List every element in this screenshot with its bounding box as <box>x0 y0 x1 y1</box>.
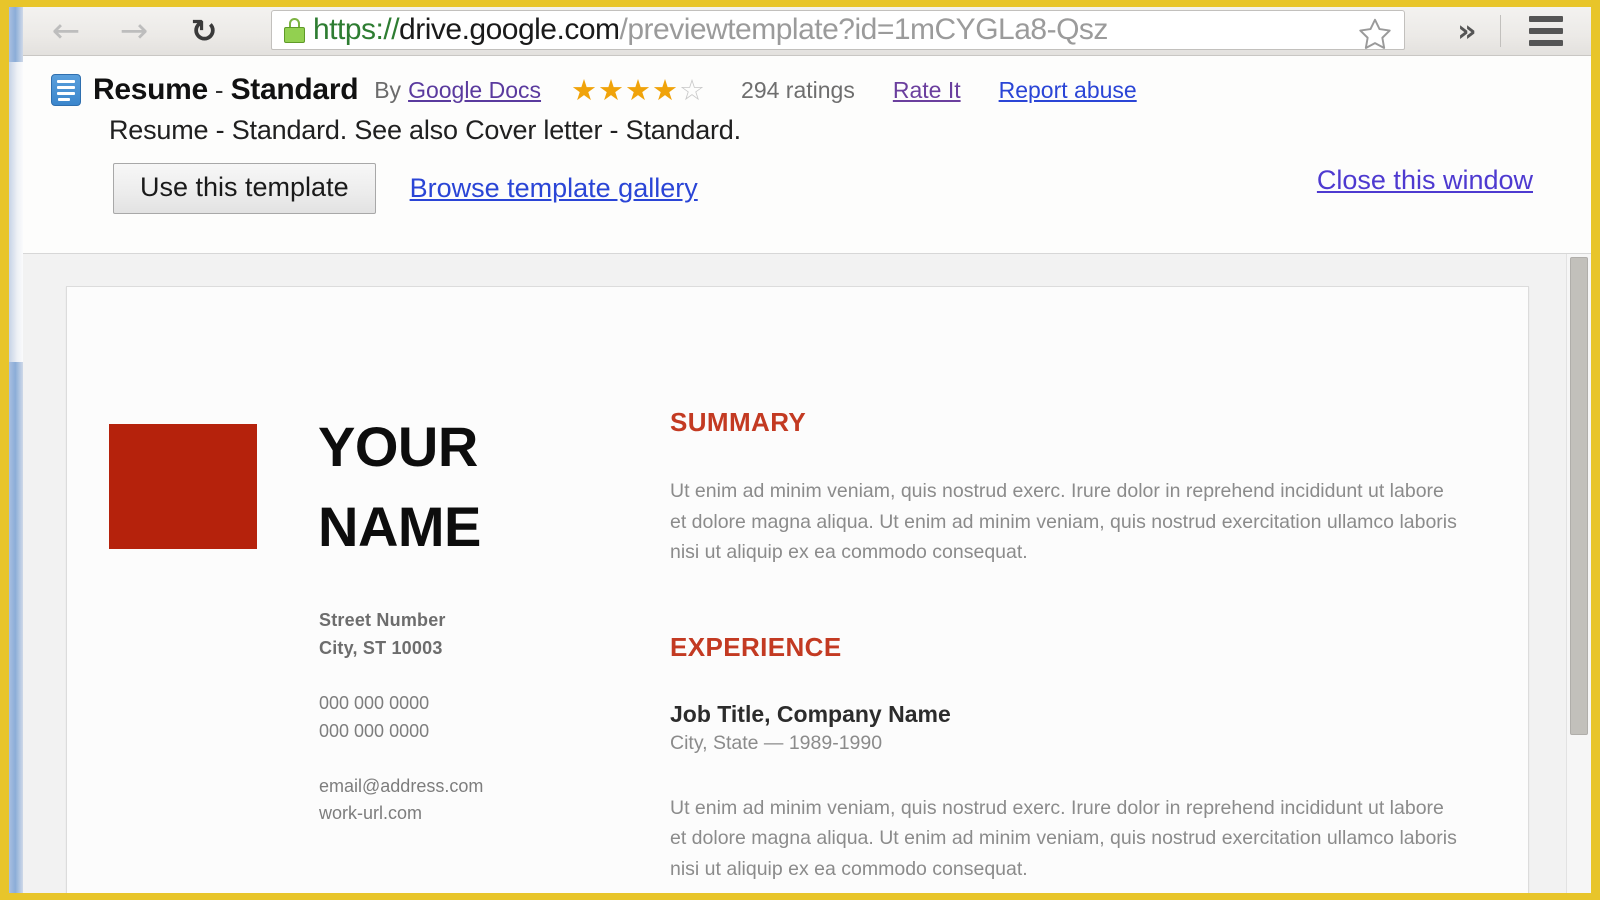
name-line-2: NAME <box>318 494 481 558</box>
rating-stars[interactable]: ★ ★ ★ ★ ☆ <box>571 72 706 107</box>
author-link[interactable]: Google Docs <box>408 77 541 104</box>
use-this-template-button[interactable]: Use this template <box>113 163 376 215</box>
address-bar[interactable]: https://drive.google.com/previewtemplate… <box>271 10 1405 50</box>
star-filled-4: ★ <box>652 72 679 107</box>
rate-it-link[interactable]: Rate It <box>893 77 961 104</box>
star-empty-5: ☆ <box>679 72 706 107</box>
hamburger-menu-icon <box>1529 16 1563 22</box>
star-outline-icon <box>1359 18 1391 49</box>
browser-menu-button[interactable] <box>1509 7 1583 55</box>
template-name: Resume <box>93 73 208 106</box>
back-arrow-icon: ← <box>51 11 81 51</box>
browse-template-gallery-link[interactable]: Browse template gallery <box>410 173 698 204</box>
reload-icon: ↻ <box>190 12 218 50</box>
browser-window: ← → ↻ https://drive.google.com/previewte… <box>0 0 1600 900</box>
website-url: work-url.com <box>319 803 423 824</box>
resume-main-column: SUMMARY Ut enim ad minim veniam, quis no… <box>670 407 1498 885</box>
email-address: email@address.com <box>319 775 484 796</box>
by-label: By <box>374 76 402 103</box>
template-variant: Standard <box>230 73 359 106</box>
close-this-window-link[interactable]: Close this window <box>1317 165 1533 196</box>
preview-scrollbar[interactable] <box>1566 254 1591 893</box>
summary-text: Ut enim ad minim veniam, quis nostrud ex… <box>670 480 1457 564</box>
star-filled-1: ★ <box>571 72 598 107</box>
report-abuse-link[interactable]: Report abuse <box>999 77 1137 104</box>
toolbar-divider <box>1500 15 1501 47</box>
resume-content: YOUR NAME Street Number City, ST 10003 0… <box>67 287 1528 893</box>
url-text: https://drive.google.com/previewtemplate… <box>313 13 1108 47</box>
back-button[interactable]: ← <box>39 7 93 55</box>
address-line-1: Street Number <box>319 610 446 630</box>
star-filled-2: ★ <box>598 72 625 107</box>
template-title-separator: - <box>214 74 224 105</box>
job-meta: City, State — 1989-1990 <box>670 731 883 754</box>
forward-arrow-icon: → <box>119 11 149 51</box>
reload-button[interactable]: ↻ <box>177 7 231 55</box>
summary-heading: SUMMARY <box>670 407 807 437</box>
preview-scrollbar-thumb[interactable] <box>1570 257 1588 735</box>
document-preview-area: YOUR NAME Street Number City, ST 10003 0… <box>23 254 1591 893</box>
rating-count: 294 ratings <box>741 76 855 103</box>
google-doc-icon <box>51 74 81 106</box>
template-description: Resume - Standard. See also Cover letter… <box>109 115 741 145</box>
phone-2: 000 000 0000 <box>319 720 430 741</box>
toolbar-overflow-button[interactable]: » <box>1439 7 1495 55</box>
contact-info: Street Number City, ST 10003 000 000 000… <box>319 607 483 828</box>
template-actions: Use this template Browse template galler… <box>113 163 698 215</box>
phone-1: 000 000 0000 <box>319 692 430 713</box>
name-line-1: YOUR <box>318 415 478 478</box>
star-filled-3: ★ <box>625 72 652 107</box>
chevron-double-right-icon: » <box>1457 13 1477 49</box>
browser-toolbar: ← → ↻ https://drive.google.com/previewte… <box>23 7 1591 56</box>
resume-document-page: YOUR NAME Street Number City, ST 10003 0… <box>66 286 1529 893</box>
template-info-panel: Resume - Standard By Google Docs ★ ★ ★ ★… <box>23 55 1591 254</box>
template-title-row: Resume - Standard By Google Docs ★ ★ ★ ★… <box>51 73 1137 107</box>
url-path: /previewtemplate?id=1mCYGLa8-Qsz <box>619 13 1108 46</box>
job-description: Ut enim ad minim veniam, quis nostrud ex… <box>670 796 1457 881</box>
bookmark-star-button[interactable] <box>1354 15 1396 49</box>
url-host: drive.google.com <box>399 13 620 46</box>
experience-heading: EXPERIENCE <box>670 631 842 662</box>
forward-button[interactable]: → <box>107 7 161 55</box>
job-title: Job Title, Company Name <box>670 700 951 727</box>
url-scheme: https:// <box>313 13 400 46</box>
lock-icon <box>284 17 305 43</box>
left-edge-stripe-highlight <box>9 62 23 362</box>
photo-placeholder <box>109 424 257 549</box>
candidate-name: YOUR NAME <box>318 407 618 566</box>
address-line-2: City, ST 10003 <box>319 637 443 658</box>
